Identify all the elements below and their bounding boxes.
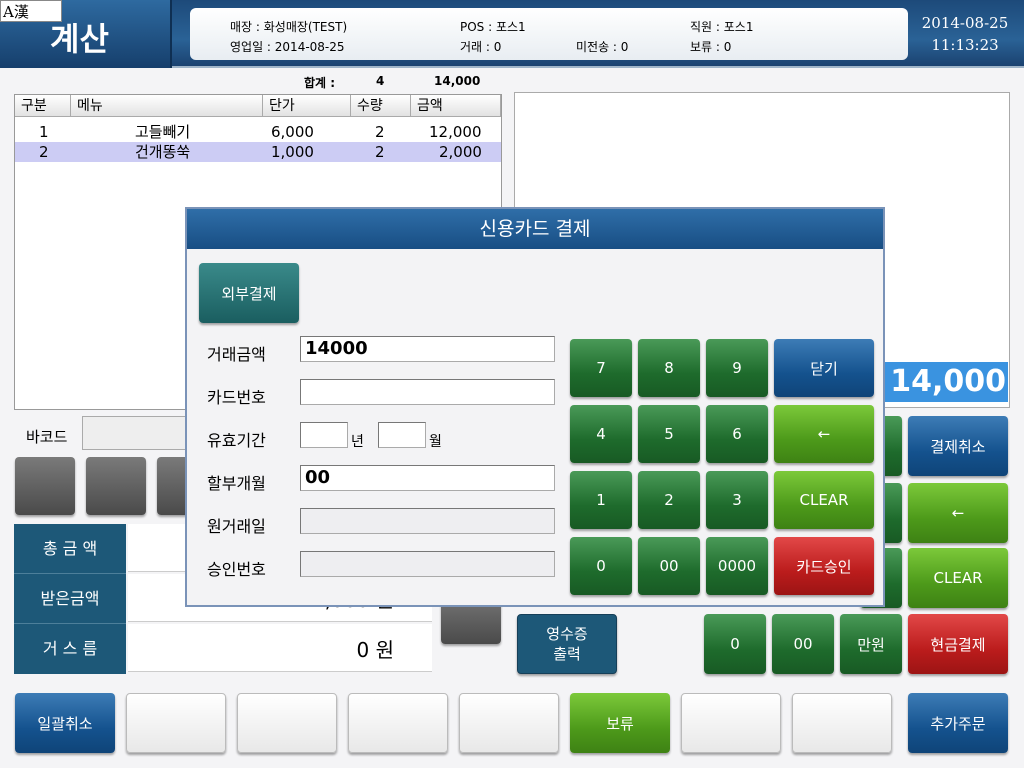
- dialog-title: 신용카드 결제: [187, 209, 883, 249]
- key-10000[interactable]: 만원: [840, 614, 902, 674]
- expiry-year-input[interactable]: [300, 422, 348, 448]
- cancel-payment-button[interactable]: 결제취소: [908, 416, 1008, 476]
- hold-count: 보류 : 0: [690, 40, 732, 54]
- table-row[interactable]: 2 건개똥쑥 1,000 2 2,000: [15, 142, 501, 162]
- amount-display: 14,000: [884, 362, 1008, 402]
- function-button[interactable]: [126, 693, 226, 753]
- date: 2014-08-25: [921, 14, 1009, 32]
- col-header: 메뉴: [71, 95, 263, 117]
- received-label: 받은금액: [14, 574, 126, 624]
- dlg-key-5[interactable]: 5: [638, 405, 700, 463]
- amount-label: 거래금액: [207, 345, 266, 364]
- month-label: 월: [429, 434, 442, 450]
- cell: 2: [375, 123, 385, 141]
- key-00[interactable]: 00: [772, 614, 834, 674]
- col-header: 구분: [15, 95, 71, 117]
- ime-indicator: A漢: [0, 0, 62, 22]
- expiry-month-input[interactable]: [378, 422, 426, 448]
- col-header: 단가: [263, 95, 351, 117]
- add-order-button[interactable]: 추가주문: [908, 693, 1008, 753]
- dlg-key-3[interactable]: 3: [706, 471, 768, 529]
- cell: 12,000: [429, 123, 482, 141]
- key-0[interactable]: 0: [704, 614, 766, 674]
- credit-card-dialog: 신용카드 결제 외부결제 거래금액 14000 카드번호 유효기간 년 월 할부…: [185, 207, 885, 607]
- datetime: 2014-08-25 11:13:23: [912, 8, 1018, 60]
- dlg-key-0[interactable]: 0: [570, 537, 632, 595]
- dlg-backspace-button[interactable]: ←: [774, 405, 874, 463]
- info-panel: 매장 : 화성매장(TEST) 영업일 : 2014-08-25 POS : 포…: [190, 8, 908, 60]
- close-button[interactable]: 닫기: [774, 339, 874, 397]
- external-payment-button[interactable]: 외부결제: [199, 263, 299, 323]
- backspace-button[interactable]: ←: [908, 483, 1008, 543]
- store-info: 매장 : 화성매장(TEST): [230, 20, 348, 34]
- transaction-count: 거래 : 0: [460, 40, 502, 54]
- original-date-label: 원거래일: [207, 517, 266, 536]
- expiry-label: 유효기간: [207, 431, 266, 450]
- installment-label: 할부개월: [207, 474, 266, 493]
- staff-info: 직원 : 포스1: [690, 20, 754, 34]
- cell: 2,000: [439, 143, 482, 161]
- quick-button[interactable]: [15, 457, 75, 515]
- cancel-all-button[interactable]: 일괄취소: [15, 693, 115, 753]
- barcode-label: 바코드: [26, 428, 68, 446]
- summary-amount: 14,000: [434, 74, 481, 88]
- cash-payment-button[interactable]: 현금결제: [908, 614, 1008, 674]
- dlg-key-9[interactable]: 9: [706, 339, 768, 397]
- pos-info: POS : 포스1: [460, 20, 526, 34]
- card-approve-button[interactable]: 카드승인: [774, 537, 874, 595]
- col-header: 금액: [411, 95, 501, 117]
- amount-input[interactable]: 14000: [300, 336, 555, 362]
- receipt-print-button[interactable]: 영수증 출력: [517, 614, 617, 674]
- card-number-input[interactable]: [300, 379, 555, 405]
- hold-button[interactable]: 보류: [570, 693, 670, 753]
- summary-qty: 4: [376, 74, 385, 88]
- approval-number-input: [300, 551, 555, 577]
- totals-labels: 총 금 액 받은금액 거 스 름: [14, 524, 126, 674]
- dlg-key-7[interactable]: 7: [570, 339, 632, 397]
- quick-button[interactable]: [86, 457, 146, 515]
- dlg-key-8[interactable]: 8: [638, 339, 700, 397]
- approval-number-label: 승인번호: [207, 560, 266, 579]
- dlg-key-1[interactable]: 1: [570, 471, 632, 529]
- dlg-key-00[interactable]: 00: [638, 537, 700, 595]
- table-row[interactable]: 1 고들빼기 6,000 2 12,000: [15, 122, 501, 142]
- summary-label: 합계 :: [304, 76, 336, 90]
- cell: 1: [39, 123, 49, 141]
- change-value: 0 원: [128, 624, 432, 672]
- installment-input[interactable]: 00: [300, 465, 555, 491]
- cell: 고들빼기: [135, 123, 191, 141]
- business-date: 영업일 : 2014-08-25: [230, 40, 345, 54]
- col-header: 수량: [351, 95, 411, 117]
- dlg-key-0000[interactable]: 0000: [706, 537, 768, 595]
- cell: 2: [375, 143, 385, 161]
- dlg-key-4[interactable]: 4: [570, 405, 632, 463]
- dlg-clear-button[interactable]: CLEAR: [774, 471, 874, 529]
- barcode-input[interactable]: [82, 416, 192, 450]
- function-button[interactable]: [459, 693, 559, 753]
- original-date-input: [300, 508, 555, 534]
- dlg-key-6[interactable]: 6: [706, 405, 768, 463]
- change-label: 거 스 름: [42, 639, 98, 658]
- function-button[interactable]: [792, 693, 892, 753]
- total-label: 총 금 액: [14, 524, 126, 574]
- dlg-key-2[interactable]: 2: [638, 471, 700, 529]
- cell: 6,000: [271, 123, 314, 141]
- function-button[interactable]: [348, 693, 448, 753]
- year-label: 년: [351, 434, 364, 450]
- card-number-label: 카드번호: [207, 388, 266, 407]
- function-button[interactable]: [681, 693, 781, 753]
- cell: 2: [39, 143, 49, 161]
- time: 11:13:23: [931, 36, 999, 54]
- unsent-count: 미전송 : 0: [576, 40, 629, 54]
- function-button[interactable]: [237, 693, 337, 753]
- clear-button[interactable]: CLEAR: [908, 548, 1008, 608]
- cell: 1,000: [271, 143, 314, 161]
- cell: 건개똥쑥: [135, 143, 191, 161]
